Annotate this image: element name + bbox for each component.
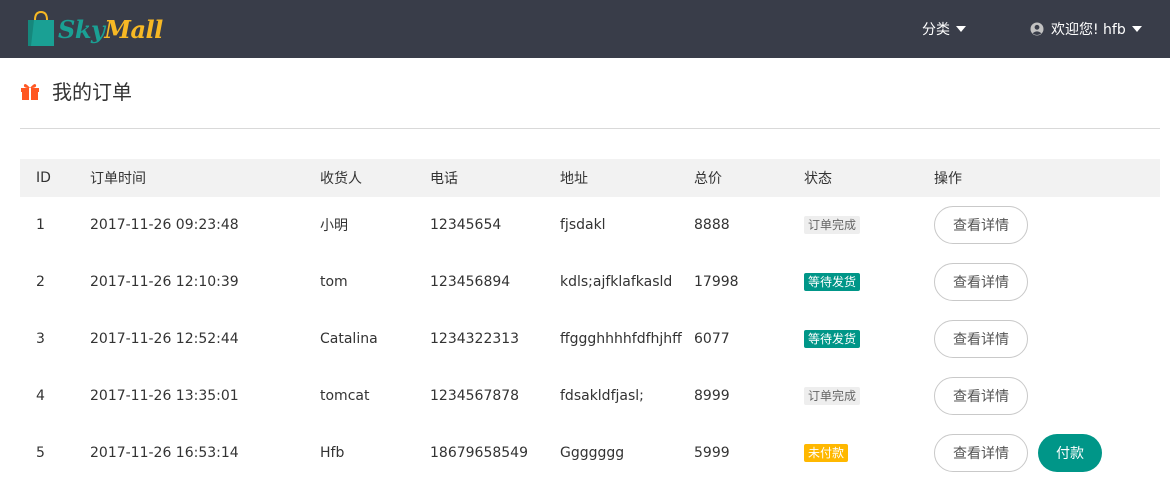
pay-button[interactable]: 付款 [1038,434,1102,472]
category-label: 分类 [922,22,950,38]
user-circle-icon [1030,22,1044,36]
cell-status: 未付款 [804,444,934,462]
top-navbar: SkyMall 分类 欢迎您! hfb [0,0,1170,58]
cell-status: 订单完成 [804,216,934,234]
status-badge: 订单完成 [804,216,861,234]
cell-phone: 18679658549 [430,445,528,461]
cell-id: 1 [36,217,45,233]
view-details-button[interactable]: 查看详情 [934,263,1028,301]
cell-price: 8999 [694,388,730,404]
cell-phone: 12345654 [430,217,502,233]
cell-actions: 查看详情 [934,206,1160,244]
cell-actions: 查看详情 [934,377,1160,415]
caret-down-icon [1131,26,1142,32]
divider [20,128,1160,129]
table-header: ID 订单时间 收货人 电话 地址 总价 状态 操作 [20,159,1160,197]
header-actions: 操作 [934,171,962,187]
cell-address: ffggghhhhfdfhjhff [560,331,682,347]
cell-name: tomcat [320,388,370,404]
cell-time: 2017-11-26 12:52:44 [90,331,239,347]
header-time: 订单时间 [90,171,146,187]
page-title: 我的订单 [52,80,132,104]
cell-price: 17998 [694,274,739,290]
cell-status: 等待发货 [804,273,934,291]
cell-id: 5 [36,445,45,461]
page-header: 我的订单 [20,76,132,105]
cell-price: 8888 [694,217,730,233]
view-details-button[interactable]: 查看详情 [934,434,1028,472]
table-row: 1 2017-11-26 09:23:48 小明 12345654 fjsdak… [20,197,1160,254]
gift-icon [21,83,39,100]
user-label: 欢迎您! hfb [1051,22,1126,38]
status-badge: 订单完成 [804,387,861,405]
logo[interactable]: SkyMall [26,8,163,50]
cell-address: Ggggggg [560,445,625,461]
shopping-bag-icon [28,10,54,46]
view-details-button[interactable]: 查看详情 [934,377,1028,415]
user-menu[interactable]: 欢迎您! hfb [1030,0,1142,58]
view-details-button[interactable]: 查看详情 [934,206,1028,244]
table-row: 3 2017-11-26 12:52:44 Catalina 123432231… [20,311,1160,368]
status-badge: 等待发货 [804,273,861,291]
header-name: 收货人 [320,171,362,187]
cell-phone: 123456894 [430,274,511,290]
header-status: 状态 [804,171,832,187]
cell-name: Hfb [320,445,345,461]
header-phone: 电话 [430,171,458,187]
orders-table: ID 订单时间 收货人 电话 地址 总价 状态 操作 1 2017-11-26 … [20,159,1160,482]
cell-status: 等待发货 [804,330,934,348]
cell-status: 订单完成 [804,387,934,405]
cell-id: 4 [36,388,45,404]
header-price: 总价 [694,171,722,187]
cell-time: 2017-11-26 12:10:39 [90,274,239,290]
table-row: 4 2017-11-26 13:35:01 tomcat 1234567878 … [20,368,1160,425]
cell-id: 3 [36,331,45,347]
view-details-button[interactable]: 查看详情 [934,320,1028,358]
cell-name: Catalina [320,331,378,347]
status-badge: 等待发货 [804,330,861,348]
cell-address: fdsakldfjasl; [560,388,644,404]
category-menu[interactable]: 分类 [922,0,966,58]
header-address: 地址 [560,171,588,187]
logo-text: SkyMall [58,15,163,44]
caret-down-icon [956,26,966,32]
logo-text-mall: Mall [104,14,163,44]
table-row: 5 2017-11-26 16:53:14 Hfb 18679658549 Gg… [20,425,1160,482]
main-content: 我的订单 ID 订单时间 收货人 电话 地址 总价 状态 操作 1 2017-1… [0,58,1170,482]
cell-phone: 1234567878 [430,388,520,404]
cell-time: 2017-11-26 13:35:01 [90,388,239,404]
cell-actions: 查看详情 [934,263,1160,301]
cell-address: fjsdakl [560,217,606,233]
cell-id: 2 [36,274,45,290]
cell-phone: 1234322313 [430,331,520,347]
cell-name: tom [320,274,348,290]
cell-actions: 查看详情 [934,320,1160,358]
cell-price: 5999 [694,445,730,461]
cell-name: 小明 [320,218,348,234]
cell-price: 6077 [694,331,730,347]
status-badge: 未付款 [804,444,849,462]
table-row: 2 2017-11-26 12:10:39 tom 123456894 kdls… [20,254,1160,311]
logo-text-sky: Sky [58,14,105,44]
cell-address: kdls;ajfklafkasld [560,274,673,290]
cell-actions: 查看详情 付款 [934,434,1160,472]
header-id: ID [36,170,51,186]
cell-time: 2017-11-26 16:53:14 [90,445,239,461]
cell-time: 2017-11-26 09:23:48 [90,217,239,233]
